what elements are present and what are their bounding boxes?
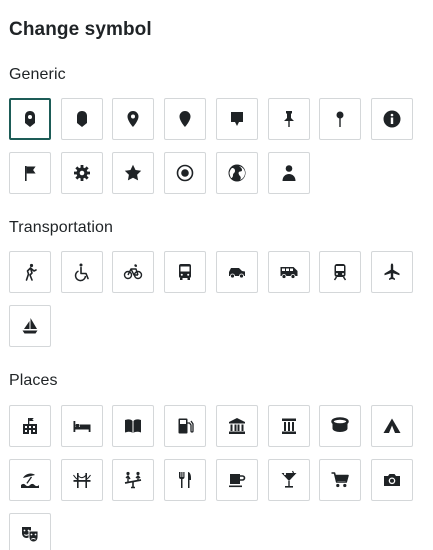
symbol-button-airplane[interactable]	[370, 251, 413, 293]
symbol-button-bank[interactable]	[215, 405, 258, 447]
location-icon	[127, 111, 139, 127]
stadium-icon	[331, 417, 349, 432]
target-icon	[176, 164, 194, 182]
tent-icon	[383, 418, 401, 433]
symbol-button-star[interactable]	[112, 152, 155, 194]
symbol-button-info[interactable]	[370, 98, 413, 140]
van-icon	[280, 267, 297, 279]
museum-icon	[281, 418, 296, 434]
bus-icon	[179, 264, 192, 280]
symbol-button-cocktail[interactable]	[267, 459, 310, 501]
gear-icon	[73, 165, 90, 181]
symbol-button-bridge[interactable]	[60, 459, 103, 501]
symbol-button-target[interactable]	[164, 152, 207, 194]
section-generic-title: Generic	[9, 66, 66, 83]
symbol-button-car[interactable]	[215, 251, 258, 293]
bridge-icon	[72, 473, 91, 488]
speech-marker-icon	[230, 112, 243, 126]
bank-icon	[228, 418, 245, 434]
symbol-button-van[interactable]	[267, 251, 310, 293]
push-pin-icon	[283, 111, 294, 127]
section-places-title: Places	[9, 372, 58, 389]
book-icon	[125, 419, 142, 433]
symbol-button-theater[interactable]	[9, 513, 51, 550]
symbol-button-pin-needle[interactable]	[319, 98, 362, 140]
train-icon	[334, 264, 347, 281]
symbol-button-marker[interactable]	[9, 98, 51, 140]
symbol-button-push-pin[interactable]	[267, 98, 310, 140]
bike-icon	[124, 264, 143, 280]
symbol-button-coffee[interactable]	[215, 459, 258, 501]
star-icon	[125, 164, 142, 181]
symbol-button-cart[interactable]	[319, 459, 362, 501]
marker-icon	[25, 111, 35, 127]
symbol-button-sailboat[interactable]	[9, 305, 51, 347]
symbol-button-beach[interactable]	[9, 459, 51, 501]
symbol-button-wheelchair[interactable]	[60, 251, 103, 293]
symbol-button-book[interactable]	[112, 405, 155, 447]
symbol-button-camera[interactable]	[370, 459, 413, 501]
page-title: Change symbol	[9, 19, 152, 40]
wheelchair-icon	[74, 263, 89, 282]
camera-icon	[383, 474, 400, 486]
symbol-button-person[interactable]	[267, 152, 310, 194]
sailboat-icon	[22, 318, 38, 334]
pin-blank-icon	[76, 111, 87, 127]
symbol-button-walk[interactable]	[9, 251, 51, 293]
bed-icon	[73, 421, 91, 432]
symbol-button-gas-pump[interactable]	[164, 405, 207, 447]
symbol-button-hotel[interactable]	[9, 405, 51, 447]
gas-pump-icon	[178, 418, 194, 434]
globe-icon	[228, 164, 246, 182]
coffee-icon	[228, 474, 246, 488]
hotel-icon	[23, 418, 37, 434]
symbol-button-globe[interactable]	[215, 152, 258, 194]
walk-icon	[25, 263, 37, 281]
section-transportation-title: Transportation	[9, 219, 113, 236]
symbol-button-location[interactable]	[112, 98, 155, 140]
symbol-button-gear[interactable]	[60, 152, 103, 194]
theater-icon	[22, 527, 39, 543]
symbol-button-playground[interactable]	[112, 459, 155, 501]
info-icon	[383, 110, 401, 128]
symbol-button-speech-marker[interactable]	[215, 98, 258, 140]
pin-needle-icon	[336, 111, 344, 127]
symbol-button-stadium[interactable]	[319, 405, 362, 447]
cart-icon	[331, 472, 349, 488]
restaurant-icon	[179, 472, 192, 488]
flag-icon	[25, 166, 36, 181]
symbol-button-museum[interactable]	[267, 405, 310, 447]
airplane-icon	[384, 263, 400, 280]
beach-icon	[21, 473, 39, 488]
symbol-button-pin-blank[interactable]	[60, 98, 103, 140]
symbol-button-train[interactable]	[319, 251, 362, 293]
symbol-button-bus[interactable]	[164, 251, 207, 293]
person-icon	[282, 165, 295, 181]
car-icon	[228, 268, 245, 279]
pin-drop-icon	[179, 111, 191, 127]
symbol-button-tent[interactable]	[370, 405, 413, 447]
symbol-button-pin-drop[interactable]	[164, 98, 207, 140]
symbol-button-restaurant[interactable]	[164, 459, 207, 501]
symbol-button-bike[interactable]	[112, 251, 155, 293]
cocktail-icon	[281, 470, 296, 488]
playground-icon	[125, 471, 142, 489]
symbol-button-flag[interactable]	[9, 152, 51, 194]
symbol-button-bed[interactable]	[60, 405, 103, 447]
